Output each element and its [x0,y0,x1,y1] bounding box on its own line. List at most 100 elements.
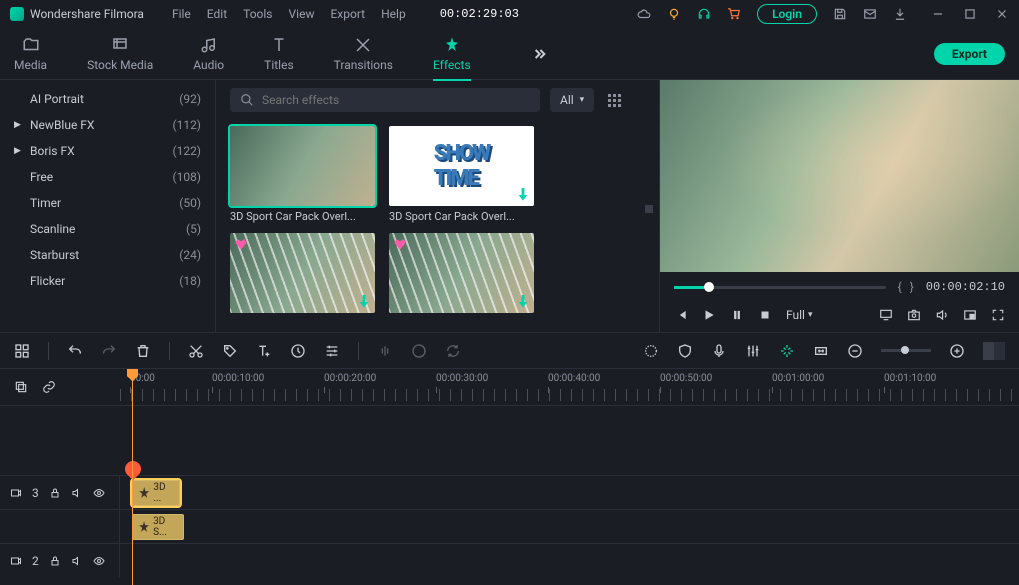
login-button[interactable]: Login [757,4,817,24]
shield-icon[interactable] [677,343,693,359]
refresh-icon[interactable] [445,343,461,359]
effects-browser: All▾ 3D Sport Car Pack Overl... SHOWTIME… [215,80,659,332]
zoom-in-icon[interactable] [949,343,965,359]
category-boris-fx[interactable]: ▶Boris FX(122) [0,138,215,164]
tab-titles[interactable]: Titles [264,36,293,72]
speed-icon[interactable] [290,343,306,359]
scrollbar[interactable] [645,205,653,213]
color-icon[interactable] [411,343,427,359]
tab-transitions[interactable]: Transitions [334,36,393,72]
auto-reframe-icon[interactable] [779,343,795,359]
mark-in-icon[interactable]: { [898,280,902,294]
audio-wave-icon[interactable] [377,343,393,359]
duplicate-icon[interactable] [14,380,28,394]
export-button[interactable]: Export [934,43,1005,65]
text-add-icon[interactable] [256,343,272,359]
download-badge-icon [516,295,530,309]
eye-icon[interactable] [93,555,105,567]
maximize-icon[interactable] [963,7,977,21]
mic-icon[interactable] [711,343,727,359]
filter-dropdown[interactable]: All▾ [550,88,594,112]
delete-icon[interactable] [135,343,151,359]
preview-monitor[interactable] [660,80,1019,272]
tag-icon[interactable] [222,343,238,359]
playhead[interactable] [132,369,133,585]
fit-icon[interactable] [813,343,829,359]
select-tool-icon[interactable] [14,343,30,359]
category-scanline[interactable]: Scanline(5) [0,216,215,242]
pause-icon[interactable] [730,308,744,322]
track-number: 2 [32,554,39,568]
close-icon[interactable] [995,7,1009,21]
app-name: Wondershare Filmora [30,7,144,21]
download-icon[interactable] [893,7,907,21]
timeline-clip[interactable]: 3D ... [132,480,180,506]
minimize-icon[interactable] [931,7,945,21]
lock-icon[interactable] [49,487,61,499]
effect-thumb-2[interactable]: SHOWTIME3D Sport Car Pack Overl... [389,126,534,223]
fullscreen-icon[interactable] [991,308,1005,322]
more-tabs-icon[interactable] [531,46,547,62]
play-icon[interactable] [702,308,716,322]
timeline-ruler[interactable]: 00:00 00:00:10:00 00:00:20:00 00:00:30:0… [120,369,1019,405]
snapshot-icon[interactable] [907,308,921,322]
cut-icon[interactable] [188,343,204,359]
menu-file[interactable]: File [172,7,191,21]
effect-thumb-4[interactable] [389,233,534,313]
menu-view[interactable]: View [289,7,315,21]
search-effects[interactable] [230,88,540,112]
zoom-slider[interactable] [881,349,931,352]
stop-icon[interactable] [758,308,772,322]
timeline-clip[interactable]: 3D S... [132,514,184,540]
headset-icon[interactable] [697,7,711,21]
app-logo: Wondershare Filmora [10,7,144,21]
idea-icon[interactable] [667,7,681,21]
prev-frame-icon[interactable] [674,308,688,322]
tab-stock-media[interactable]: Stock Media [87,36,153,72]
category-starburst[interactable]: Starburst(24) [0,242,215,268]
menu-help[interactable]: Help [381,7,406,21]
ruler-mark: 00:01:00:00 [772,373,824,384]
effect-thumb-1[interactable]: 3D Sport Car Pack Overl... [230,126,375,223]
category-free[interactable]: Free(108) [0,164,215,190]
eye-icon[interactable] [93,487,105,499]
mark-out-icon[interactable]: } [910,280,914,294]
redo-icon[interactable] [101,343,117,359]
tab-audio[interactable]: Audio [193,36,224,72]
save-icon[interactable] [833,7,847,21]
mixer-icon[interactable] [745,343,761,359]
zoom-out-icon[interactable] [847,343,863,359]
menu-export[interactable]: Export [330,7,365,21]
grid-view-icon[interactable] [608,94,621,107]
tab-media[interactable]: Media [14,36,47,72]
track-video-icon[interactable] [10,555,22,567]
track-video-icon[interactable] [10,487,22,499]
category-newblue-fx[interactable]: ▶NewBlue FX(112) [0,112,215,138]
link-icon[interactable] [42,380,56,394]
menu-tools[interactable]: Tools [243,7,272,21]
mail-icon[interactable] [863,7,877,21]
category-timer[interactable]: Timer(50) [0,190,215,216]
mute-icon[interactable] [71,487,83,499]
tab-effects[interactable]: Effects [433,36,471,72]
pip-icon[interactable] [963,308,977,322]
effect-thumb-3[interactable] [230,233,375,313]
quality-dropdown[interactable]: Full▾ [786,308,813,322]
display-icon[interactable] [879,308,893,322]
heart-icon [393,237,407,251]
mute-icon[interactable] [71,555,83,567]
adjust-icon[interactable] [324,343,340,359]
undo-icon[interactable] [67,343,83,359]
menu-edit[interactable]: Edit [207,7,227,21]
ruler-mark: 00:00:10:00 [212,373,264,384]
marker-dotted-icon[interactable] [643,343,659,359]
search-input[interactable] [262,93,530,107]
category-flicker[interactable]: Flicker(18) [0,268,215,294]
volume-icon[interactable] [935,308,949,322]
cart-icon[interactable] [727,7,741,21]
lock-icon[interactable] [49,555,61,567]
preview-scrubber[interactable] [674,286,886,289]
cloud-icon[interactable] [637,7,651,21]
category-ai-portrait[interactable]: AI Portrait(92) [0,86,215,112]
track-video-2b: 3D S... [0,509,1019,543]
